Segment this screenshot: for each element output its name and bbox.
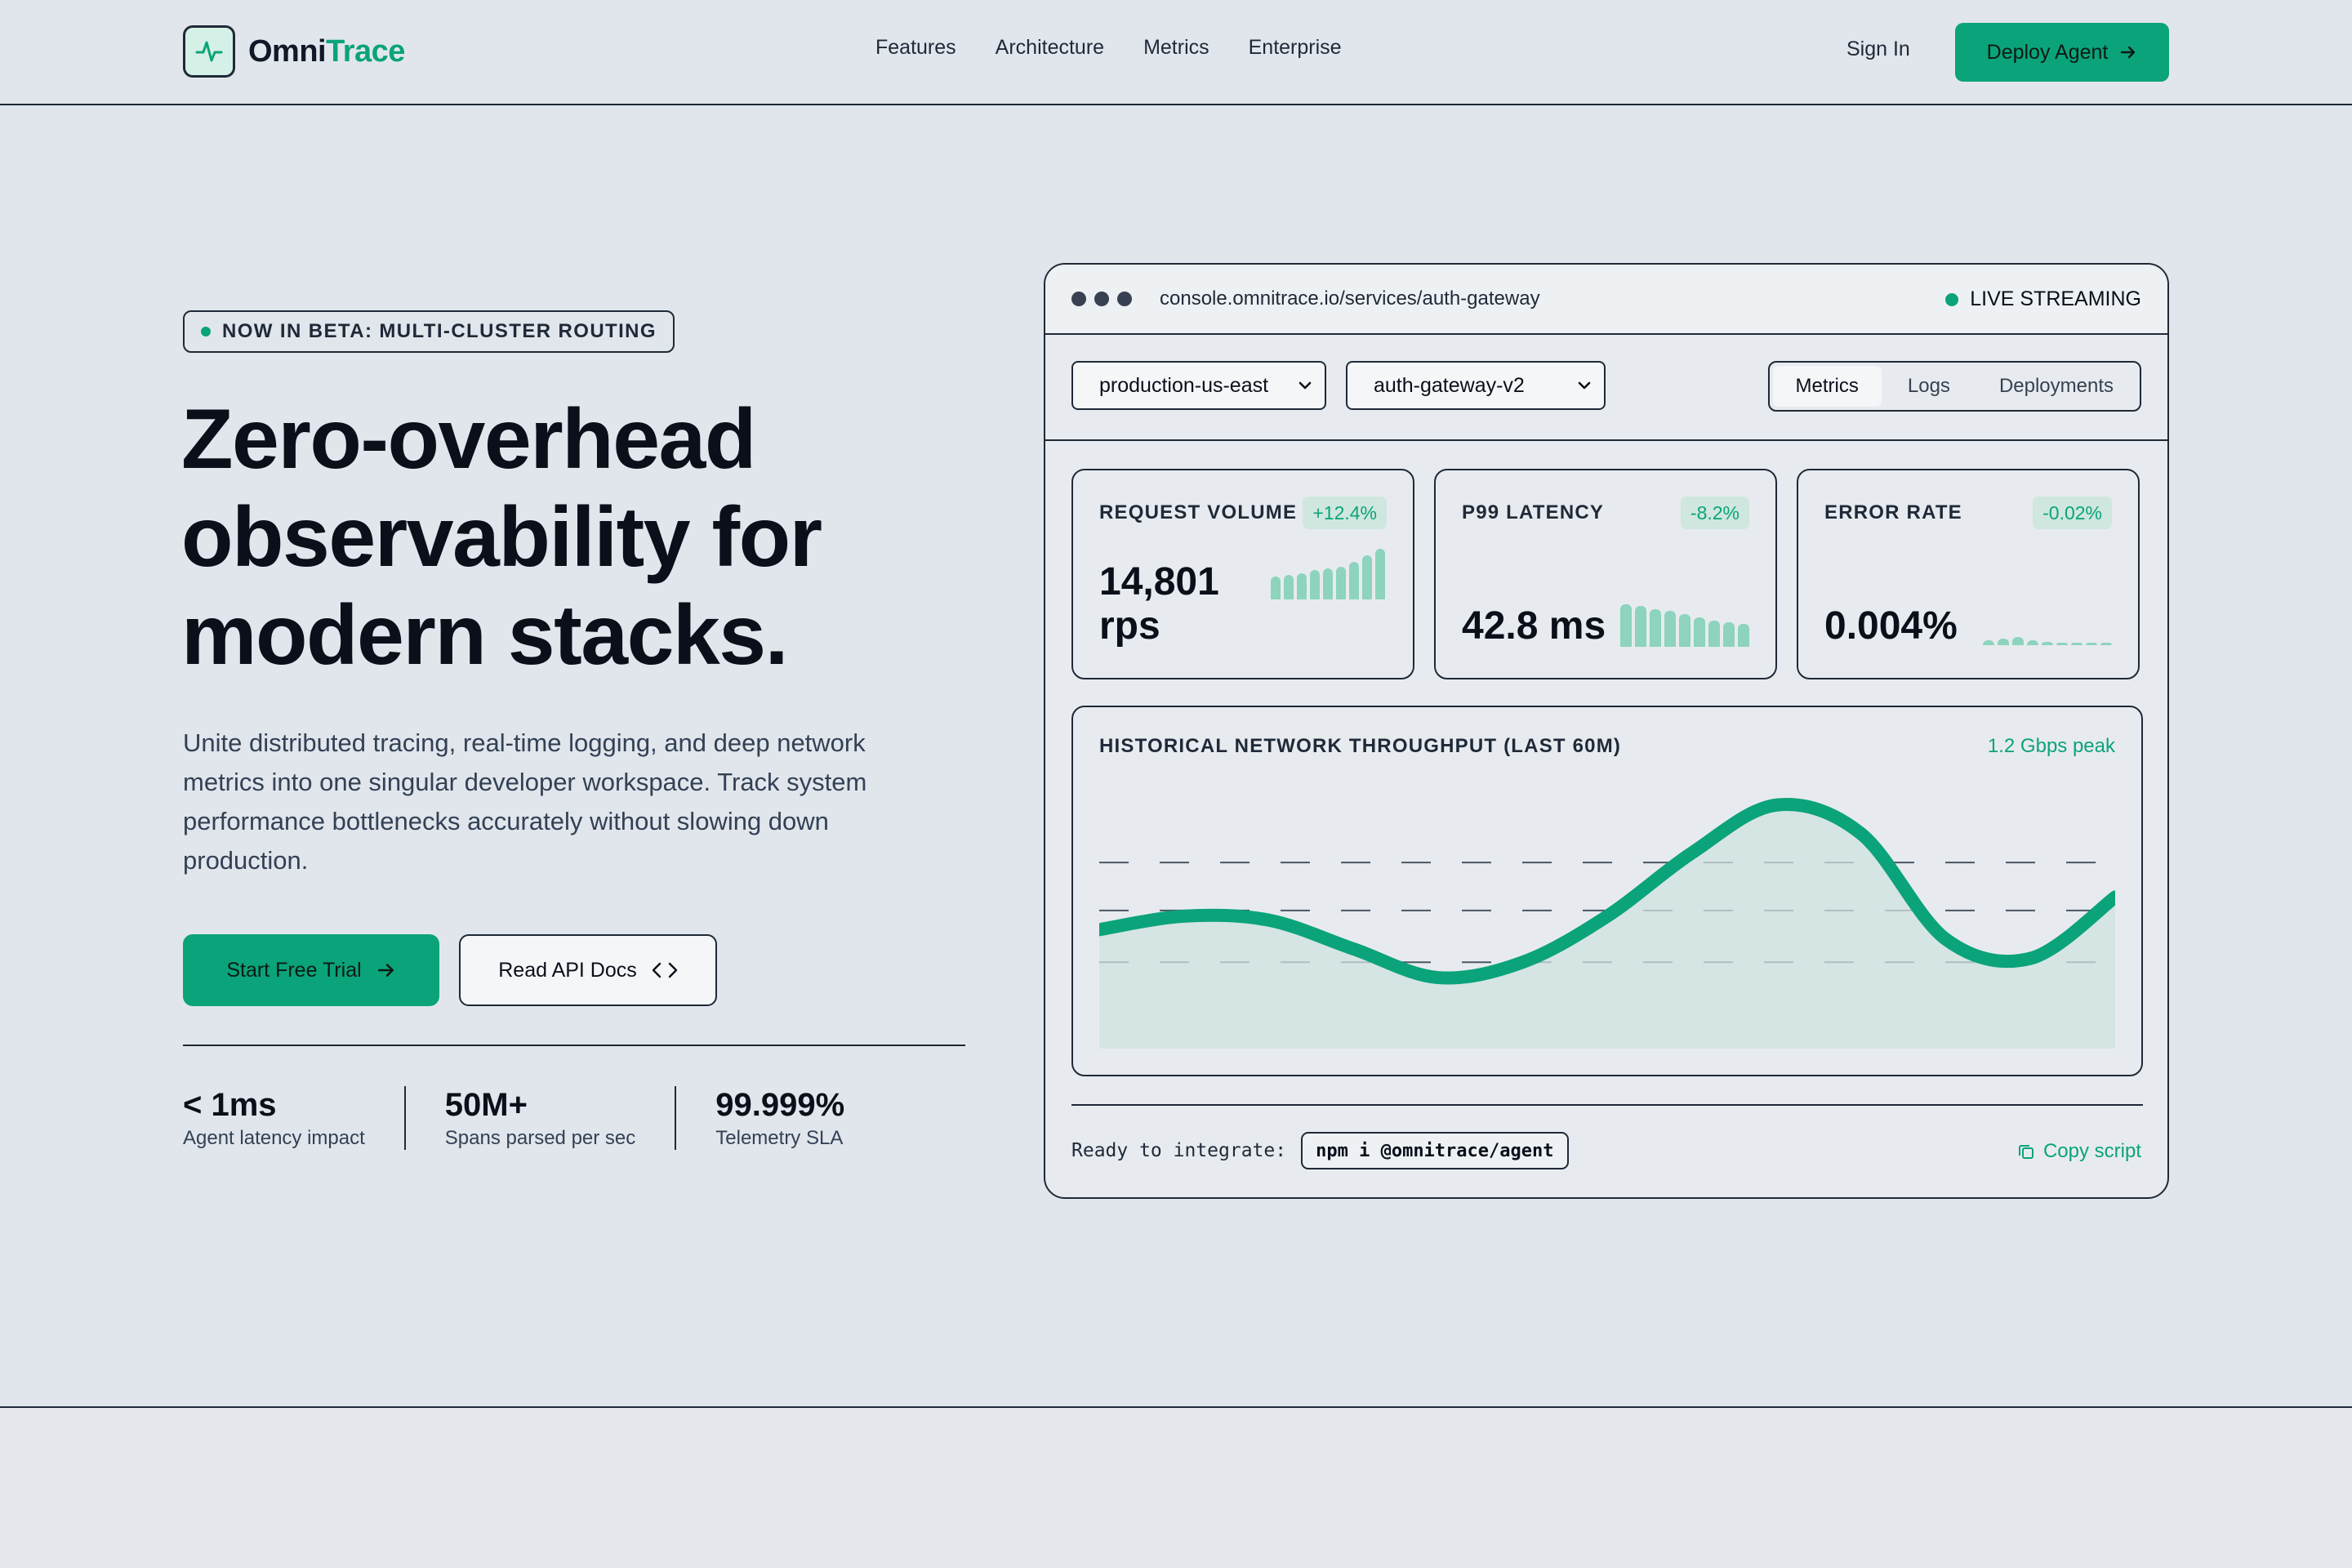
stat-value: < 1ms [183,1087,277,1123]
metric-delta-badge: -8.2% [1680,497,1749,529]
tab-logs[interactable]: Logs [1885,366,1973,407]
window-dot [1117,292,1132,306]
stat-latency: < 1ms Agent latency impact [183,1086,404,1150]
chart-title: HISTORICAL NETWORK THROUGHPUT (LAST 60M) [1099,735,1622,757]
arrow-right-icon [2121,46,2136,59]
chevron-down-icon [1578,381,1591,390]
read-api-docs-button[interactable]: Read API Docs [459,934,717,1006]
console-tabs: Metrics Logs Deployments [1767,361,2141,412]
console-preview: console.omnitrace.io/services/auth-gatew… [1044,263,2169,1199]
hero-title-line2: observability for [181,490,822,585]
chevron-down-icon [1298,381,1312,390]
integrate-row: Ready to integrate: npm i @omnitrace/age… [1071,1132,1569,1169]
throughput-chart [1099,798,2115,1049]
metric-card-error-rate: ERROR RATE -0.02% 0.004% [1797,469,2140,679]
next-section [0,1408,2352,1568]
stat-value: 50M+ [444,1087,528,1123]
service-select-value: auth-gateway-v2 [1374,373,1525,397]
code-icon [652,962,677,978]
error-rate-sparkline [1983,634,2112,645]
start-free-trial-label: Start Free Trial [226,958,362,982]
deploy-agent-label: Deploy Agent [1986,40,2109,64]
hero-title: Zero-overhead observability for modern s… [181,390,998,684]
window-dot [1071,292,1086,306]
hero-title-line1: Zero-overhead [181,392,756,487]
tab-metrics[interactable]: Metrics [1772,366,1882,407]
metric-label: P99 LATENCY [1462,501,1605,523]
stat-sla: 99.999% Telemetry SLA [675,1086,884,1150]
chart-peak-label: 1.2 Gbps peak [1987,735,2115,757]
console-toolbar: production-us-east auth-gateway-v2 Metri… [1045,335,2167,441]
window-controls [1071,292,1132,306]
console-url: console.omnitrace.io/services/auth-gatew… [1160,287,1540,310]
main-nav: Features Architecture Metrics Enterprise [875,36,1342,60]
metric-unit: rps [1099,604,1160,648]
request-volume-sparkline [1271,549,1385,599]
nav-architecture[interactable]: Architecture [996,36,1104,60]
metric-value: 0.004% [1824,604,1958,648]
console-titlebar: console.omnitrace.io/services/auth-gatew… [1045,265,2167,335]
copy-script-label: Copy script [2042,1140,2141,1162]
throughput-chart-card: HISTORICAL NETWORK THROUGHPUT (LAST 60M)… [1071,706,2143,1076]
deploy-agent-button[interactable]: Deploy Agent [1955,23,2169,82]
service-select[interactable]: auth-gateway-v2 [1346,361,1606,410]
metric-card-p99-latency: P99 LATENCY -8.2% 42.8 ms [1434,469,1777,679]
environment-select-value: production-us-east [1099,373,1269,397]
read-api-docs-label: Read API Docs [498,958,637,982]
stat-value: 99.999% [715,1087,845,1123]
install-command[interactable]: npm i @omnitrace/agent [1301,1132,1569,1169]
arrow-right-icon [377,964,394,977]
hero-subtitle: Unite distributed tracing, real-time log… [183,728,867,875]
stat-label: Spans parsed per sec [444,1127,636,1149]
metric-card-request-volume: REQUEST VOLUME +12.4% 14,801 rps [1071,469,1414,679]
metric-value: 14,801 [1099,560,1219,604]
hero-divider [183,1045,965,1046]
copy-script-button[interactable]: Copy script [2017,1140,2141,1163]
window-dot [1094,292,1109,306]
nav-enterprise[interactable]: Enterprise [1249,36,1342,60]
environment-select[interactable]: production-us-east [1071,361,1326,410]
hero-title-line3: modern stacks. [181,588,789,683]
beta-badge-label: NOW IN BETA: MULTI-CLUSTER ROUTING [222,320,657,342]
p99-latency-sparkline [1620,603,1749,647]
metric-label: ERROR RATE [1824,501,1962,523]
integrate-label: Ready to integrate: [1071,1140,1287,1161]
beta-badge: NOW IN BETA: MULTI-CLUSTER ROUTING [183,310,675,353]
metric-delta-badge: +12.4% [1303,497,1387,529]
brand-name: OmniTrace [248,33,405,69]
live-dot [1945,292,1959,306]
brand-logo[interactable]: OmniTrace [183,25,405,78]
stat-label: Agent latency impact [183,1127,365,1149]
status-dot [201,327,211,336]
nav-metrics[interactable]: Metrics [1143,36,1209,60]
start-free-trial-button[interactable]: Start Free Trial [183,934,439,1006]
hero-stats: < 1ms Agent latency impact 50M+ Spans pa… [183,1086,884,1150]
integrate-divider [1071,1104,2143,1106]
tab-deployments[interactable]: Deployments [1976,366,2136,407]
pulse-icon [183,25,235,78]
metric-value: 42.8 ms [1462,604,1606,648]
live-streaming-indicator: LIVE STREAMING [1945,287,2141,311]
stat-spans: 50M+ Spans parsed per sec [403,1086,675,1150]
nav-features[interactable]: Features [875,36,956,60]
metric-delta-badge: -0.02% [2033,497,2112,529]
stat-label: Telemetry SLA [715,1127,844,1149]
sign-in-link[interactable]: Sign In [1846,38,1910,61]
throughput-series-area [1099,804,2115,1049]
metric-label: REQUEST VOLUME [1099,501,1298,523]
live-streaming-label: LIVE STREAMING [1970,287,2141,310]
site-header: OmniTrace Features Architecture Metrics … [0,0,2352,105]
copy-icon [2018,1145,2034,1159]
